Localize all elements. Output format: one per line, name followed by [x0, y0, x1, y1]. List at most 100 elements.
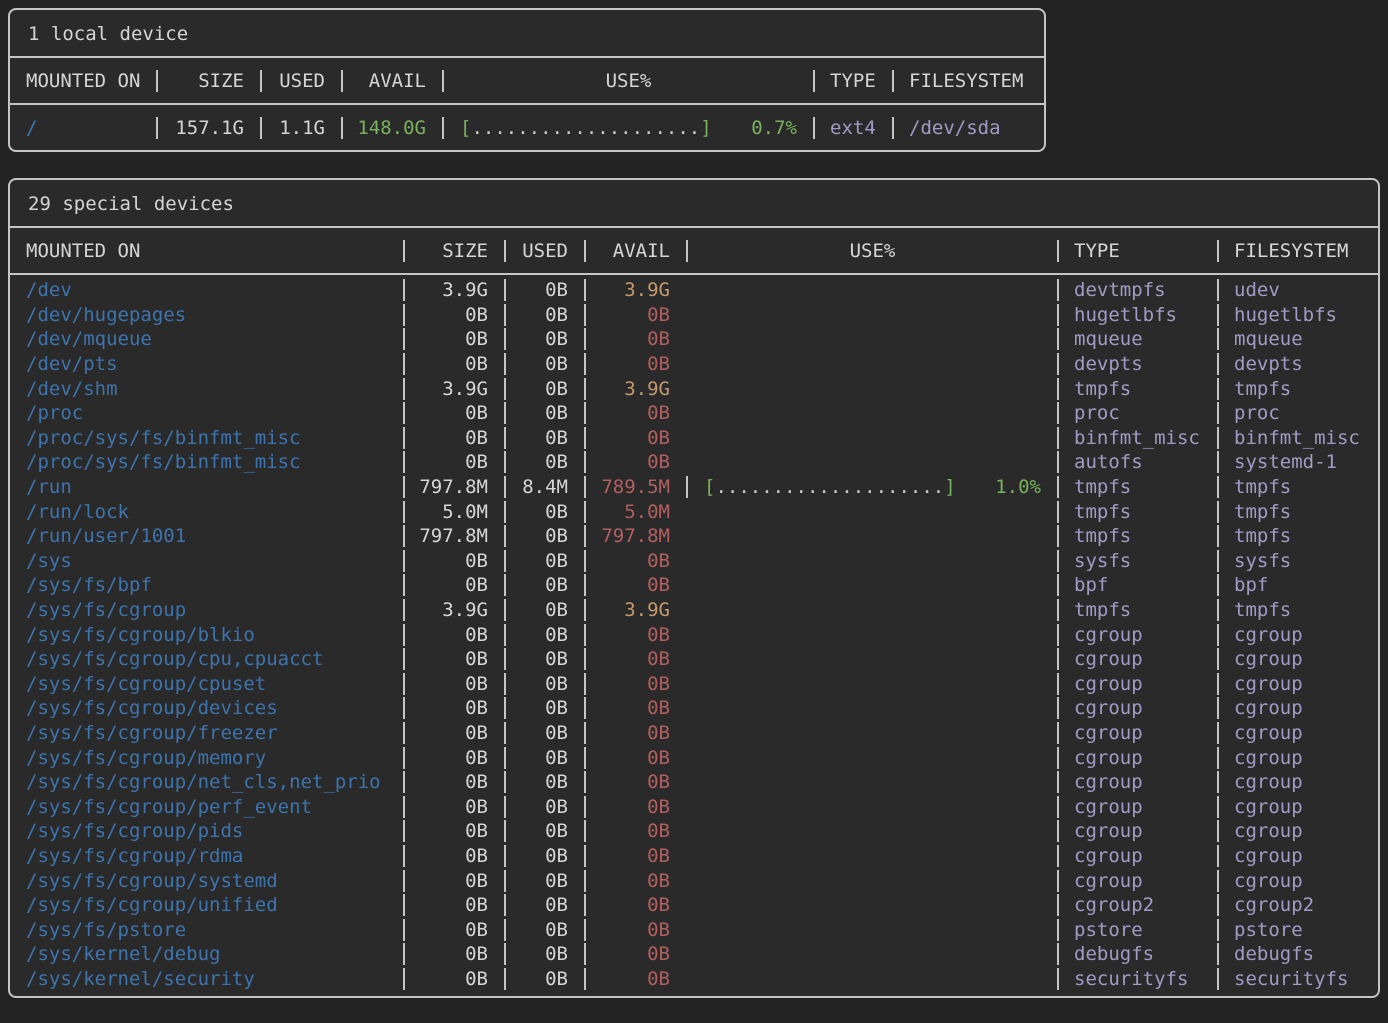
size-cell: 3.9G [403, 378, 504, 400]
size-cell: 0B [403, 673, 504, 695]
table-row: /sys/fs/cgroup/blkio 0B 0B 0B cgroup cgr… [10, 622, 1378, 647]
type-cell: tmpfs [1057, 378, 1217, 400]
used-cell: 0B [504, 697, 584, 719]
header-used: USED [260, 70, 341, 92]
header-mounted-on: MOUNTED ON [10, 240, 403, 262]
table-row: /sys/fs/cgroup/systemd 0B 0B 0B cgroup c… [10, 868, 1378, 893]
filesystem-cell: pstore [1217, 919, 1378, 941]
header-filesystem: FILESYSTEM [1217, 240, 1378, 262]
type-cell: cgroup [1057, 747, 1217, 769]
avail-cell: 0B [584, 771, 686, 793]
table-row: /proc 0B 0B 0B proc proc [10, 401, 1378, 426]
avail-cell: 0B [584, 697, 686, 719]
header-use-percent: USE% [442, 70, 813, 92]
mounted-on-cell: /sys/fs/cgroup [10, 599, 403, 621]
size-cell: 0B [403, 968, 504, 990]
avail-cell: 148.0G [341, 117, 442, 139]
mounted-on-cell: /dev/mqueue [10, 328, 403, 350]
table-row: / 157.1G 1.1G 148.0G [..................… [10, 105, 1044, 150]
size-cell: 797.8M [403, 476, 504, 498]
size-cell: 0B [403, 771, 504, 793]
type-cell: cgroup [1057, 697, 1217, 719]
size-cell: 0B [403, 943, 504, 965]
mounted-on-cell: /sys/fs/bpf [10, 574, 403, 596]
mounted-on-cell: /sys/fs/cgroup/cpu,cpuacct [10, 648, 403, 670]
used-cell: 0B [504, 279, 584, 301]
avail-cell: 0B [584, 845, 686, 867]
filesystem-cell: cgroup [1217, 771, 1378, 793]
avail-cell: 0B [584, 673, 686, 695]
size-cell: 0B [403, 919, 504, 941]
table-title: 29 special devices [10, 180, 1378, 228]
used-cell: 0B [504, 624, 584, 646]
used-cell: 0B [504, 747, 584, 769]
mounted-on-cell: /sys/fs/cgroup/memory [10, 747, 403, 769]
used-cell: 0B [504, 820, 584, 842]
table-row: /sys/fs/cgroup/rdma 0B 0B 0B cgroup cgro… [10, 844, 1378, 869]
size-cell: 0B [403, 402, 504, 424]
used-cell: 0B [504, 353, 584, 375]
used-cell: 0B [504, 968, 584, 990]
size-cell: 0B [403, 451, 504, 473]
size-cell: 0B [403, 870, 504, 892]
table-row: /dev/hugepages 0B 0B 0B hugetlbfs hugetl… [10, 303, 1378, 328]
mounted-on-cell: /sys/fs/cgroup/devices [10, 697, 403, 719]
avail-cell: 0B [584, 402, 686, 424]
mounted-on-cell: /sys/kernel/security [10, 968, 403, 990]
size-cell: 0B [403, 820, 504, 842]
filesystem-cell: cgroup [1217, 870, 1378, 892]
mounted-on-cell: /sys/kernel/debug [10, 943, 403, 965]
used-cell: 0B [504, 894, 584, 916]
avail-cell: 0B [584, 747, 686, 769]
size-cell: 0B [403, 648, 504, 670]
filesystem-cell: tmpfs [1217, 525, 1378, 547]
used-cell: 0B [504, 845, 584, 867]
usage-percent: 0.7% [751, 117, 797, 139]
filesystem-cell: tmpfs [1217, 378, 1378, 400]
type-cell: tmpfs [1057, 501, 1217, 523]
type-cell: cgroup [1057, 722, 1217, 744]
filesystem-cell: cgroup [1217, 624, 1378, 646]
size-cell: 0B [403, 328, 504, 350]
header-type: TYPE [1057, 240, 1217, 262]
mounted-on-cell: /run/lock [10, 501, 403, 523]
avail-cell: 0B [584, 648, 686, 670]
header-filesystem: FILESYSTEM [892, 70, 1044, 92]
table-header-row: MOUNTED ON SIZE USED AVAIL USE% TYPE FIL… [10, 228, 1378, 275]
size-cell: 0B [403, 722, 504, 744]
size-cell: 157.1G [156, 117, 260, 139]
table-row: /sys/fs/cgroup/devices 0B 0B 0B cgroup c… [10, 696, 1378, 721]
size-cell: 0B [403, 624, 504, 646]
mounted-on-cell: /dev/shm [10, 378, 403, 400]
filesystem-cell: cgroup [1217, 648, 1378, 670]
mounted-on-cell: /run/user/1001 [10, 525, 403, 547]
mounted-on-cell: /sys/fs/cgroup/unified [10, 894, 403, 916]
mounted-on-cell: /sys/fs/cgroup/rdma [10, 845, 403, 867]
used-cell: 0B [504, 943, 584, 965]
usage-bar: [....................] [460, 117, 712, 139]
used-cell: 0B [504, 574, 584, 596]
avail-cell: 0B [584, 943, 686, 965]
used-cell: 0B [504, 550, 584, 572]
header-mounted-on: MOUNTED ON [10, 70, 156, 92]
used-cell: 0B [504, 870, 584, 892]
filesystem-cell: mqueue [1217, 328, 1378, 350]
filesystem-cell: udev [1217, 279, 1378, 301]
filesystem-cell: binfmt_misc [1217, 427, 1378, 449]
type-cell: mqueue [1057, 328, 1217, 350]
type-cell: devtmpfs [1057, 279, 1217, 301]
size-cell: 0B [403, 304, 504, 326]
type-cell: cgroup [1057, 771, 1217, 793]
table-row: /sys/fs/cgroup 3.9G 0B 3.9G tmpfs tmpfs [10, 598, 1378, 623]
size-cell: 0B [403, 845, 504, 867]
header-avail: AVAIL [341, 70, 442, 92]
table-row: /run/user/1001 797.8M 0B 797.8M tmpfs tm… [10, 524, 1378, 549]
mounted-on-cell: /sys/fs/cgroup/cpuset [10, 673, 403, 695]
used-cell: 0B [504, 525, 584, 547]
use-percent-cell: [....................] 0.7% [442, 117, 813, 139]
type-cell: cgroup [1057, 673, 1217, 695]
size-cell: 797.8M [403, 525, 504, 547]
avail-cell: 0B [584, 870, 686, 892]
avail-cell: 0B [584, 328, 686, 350]
header-type: TYPE [813, 70, 892, 92]
